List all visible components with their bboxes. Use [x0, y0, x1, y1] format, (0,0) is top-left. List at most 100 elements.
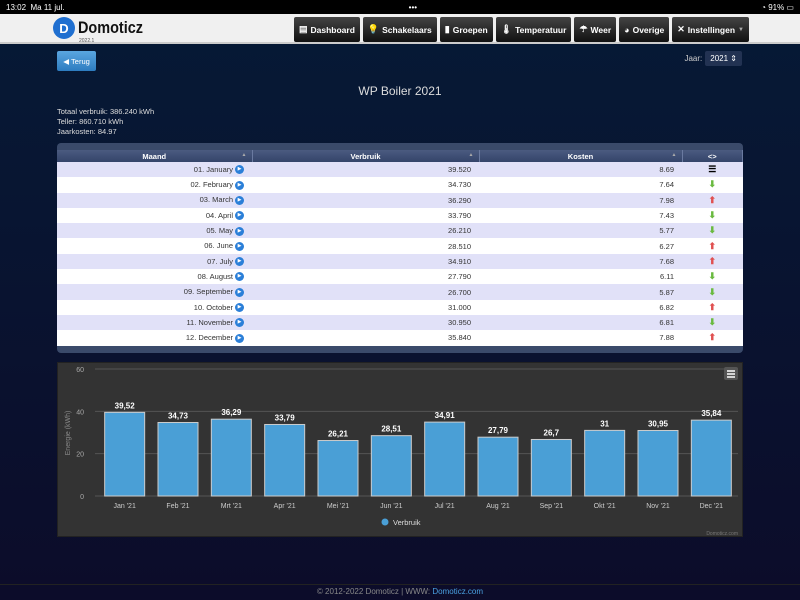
data-label: 26,21	[328, 430, 349, 439]
table-row: 02. February ▶ 34.730 7.64 ⬇	[57, 177, 743, 193]
multitask-dots[interactable]: •••	[409, 3, 417, 12]
data-label: 27,79	[488, 426, 509, 435]
nav-overige[interactable]: ◕ Overige	[619, 17, 670, 42]
table-row: 03. March ▶ 36.290 7.98 ⬆	[57, 192, 743, 208]
play-icon[interactable]: ▶	[235, 303, 244, 313]
x-tick-label: Jan '21	[113, 503, 135, 510]
play-icon[interactable]: ▶	[235, 165, 244, 175]
table-row: 05. May ▶ 26.210 5.77 ⬇	[57, 223, 743, 239]
play-icon[interactable]: ▶	[235, 180, 244, 190]
bar	[584, 429, 626, 497]
table-row: 04. April ▶ 33.790 7.43 ⬇	[57, 207, 743, 224]
play-icon[interactable]: ▶	[235, 318, 244, 328]
bar	[424, 421, 466, 497]
logo[interactable]: D Domoticz 2022.1	[53, 17, 155, 44]
bar	[157, 421, 199, 497]
bar	[530, 438, 572, 497]
bar	[370, 435, 412, 497]
bar	[637, 429, 679, 497]
trend-up-icon: ⬆	[682, 192, 743, 208]
bar	[210, 418, 252, 497]
col-verbruik[interactable]: Verbruik ▲	[252, 150, 480, 162]
data-label: 33,79	[275, 413, 296, 422]
trend-equal-icon: ☰	[682, 162, 743, 178]
play-icon[interactable]: ▶	[235, 241, 244, 251]
battery: 91%	[768, 2, 785, 12]
y-tick-label: 60	[76, 367, 84, 374]
nav-instellingen[interactable]: ✕ Instellingen ▼	[672, 17, 749, 42]
y-tick-label: 20	[76, 452, 84, 459]
chevron-down-icon: ▼	[738, 26, 744, 33]
x-tick-label: Apr '21	[274, 503, 296, 510]
trend-down-icon: ⬇	[682, 284, 743, 300]
nav-schakelaars[interactable]: 💡 Schakelaars	[362, 17, 437, 42]
play-icon[interactable]: ▶	[235, 272, 244, 282]
weather-icon: ☂	[579, 24, 588, 34]
trend-down-icon: ⬇	[682, 314, 743, 331]
nav-weer[interactable]: ☂ Weer	[574, 17, 617, 42]
time: 13:02	[6, 2, 27, 12]
thermometer-icon: 🌡	[500, 24, 513, 34]
data-label: 26,7	[544, 428, 560, 437]
x-tick-label: Feb '21	[166, 503, 189, 510]
year-selector: Jaar: 2021 ⇕	[684, 51, 742, 66]
table-row: 06. June ▶ 28.510 6.27 ⬆	[57, 238, 743, 254]
trend-up-icon: ⬆	[682, 330, 743, 346]
year-select[interactable]: 2021 ⇕	[705, 51, 742, 66]
legend-label: Verbruik	[393, 518, 421, 527]
dashboard-icon: ▤	[299, 24, 308, 34]
trend-down-icon: ⬇	[682, 223, 743, 239]
table-row: 10. October ▶ 31.000 6.82 ⬆	[57, 299, 743, 315]
table-row: 08. August ▶ 27.790 6.11 ⬇	[57, 269, 743, 285]
nav-groepen[interactable]: ▮ Groepen	[439, 17, 493, 42]
status-bar: 13:02 Ma 11 jul. ••• ◔ 91% ▭	[0, 0, 800, 14]
trend-down-icon: ⬇	[682, 269, 743, 285]
bar	[317, 440, 359, 497]
x-tick-label: Okt '21	[594, 503, 616, 510]
trend-up-icon: ⬆	[682, 238, 743, 254]
col-kosten[interactable]: Kosten ▲	[479, 150, 683, 162]
data-label: 28,51	[381, 425, 402, 434]
col-trend[interactable]: <>	[682, 150, 743, 162]
chart-credit: Domoticz.com	[706, 531, 738, 537]
y-tick-label: 0	[80, 494, 84, 501]
x-tick-label: Mrt '21	[221, 503, 242, 510]
trend-up-icon: ⬆	[682, 299, 743, 315]
play-icon[interactable]: ▶	[235, 257, 244, 267]
x-tick-label: Mei '21	[327, 503, 349, 510]
domoticz-link[interactable]: Domoticz.com	[432, 587, 483, 596]
x-tick-label: Jul '21	[435, 503, 455, 510]
tools-icon: ✕	[677, 24, 685, 34]
data-label: 30,95	[648, 419, 669, 428]
play-icon[interactable]: ▶	[235, 196, 244, 205]
date: Ma 11 jul.	[30, 2, 65, 12]
nav-dashboard[interactable]: ▤ Dashboard	[294, 17, 360, 42]
header: D Domoticz 2022.1 ▤ Dashboard 💡 Schakelaars ▮ G…	[0, 14, 800, 44]
utility-icon: ◕	[624, 24, 630, 35]
x-tick-label: Aug '21	[486, 503, 510, 510]
energy-chart: 0 20 40 60 Energie (kWh) 39,52 Jan '21 34,73 Feb…	[57, 362, 743, 537]
footer: © 2012-2022 Domoticz | WWW: Domoticz.com	[0, 584, 800, 596]
domoticz-logo-icon: D	[53, 17, 75, 39]
play-icon[interactable]: ▶	[235, 333, 244, 343]
summary: Totaal verbruik: 386.240 kWh Teller: 860.…	[57, 107, 155, 136]
table-row: 01. January ▶ 39.520 8.69 ☰	[57, 162, 743, 178]
data-label: 34,91	[435, 411, 456, 420]
data-label: 39,52	[115, 401, 136, 410]
main-nav: ▤ Dashboard 💡 Schakelaars ▮ Groepen 🌡 Temperatu…	[294, 17, 749, 42]
x-tick-label: Jun '21	[380, 503, 402, 510]
x-tick-label: Nov '21	[646, 503, 670, 510]
wifi-icon: ◔	[761, 2, 766, 12]
legend-marker	[381, 518, 389, 526]
play-icon[interactable]: ▶	[235, 287, 244, 297]
back-button[interactable]: ◀ Terug	[57, 51, 96, 71]
y-axis-label: Energie (kWh)	[65, 411, 72, 456]
table-row: 07. July ▶ 34.910 7.68 ⬆	[57, 253, 743, 270]
bar	[690, 419, 732, 497]
table-row: 12. December ▶ 35.840 7.88 ⬆	[57, 330, 743, 346]
play-icon[interactable]: ▶	[235, 211, 244, 221]
col-maand[interactable]: Maand ▲	[57, 150, 253, 162]
play-icon[interactable]: ▶	[235, 226, 244, 236]
data-label: 31	[600, 419, 609, 428]
nav-temperatuur[interactable]: 🌡 Temperatuur	[495, 17, 572, 42]
